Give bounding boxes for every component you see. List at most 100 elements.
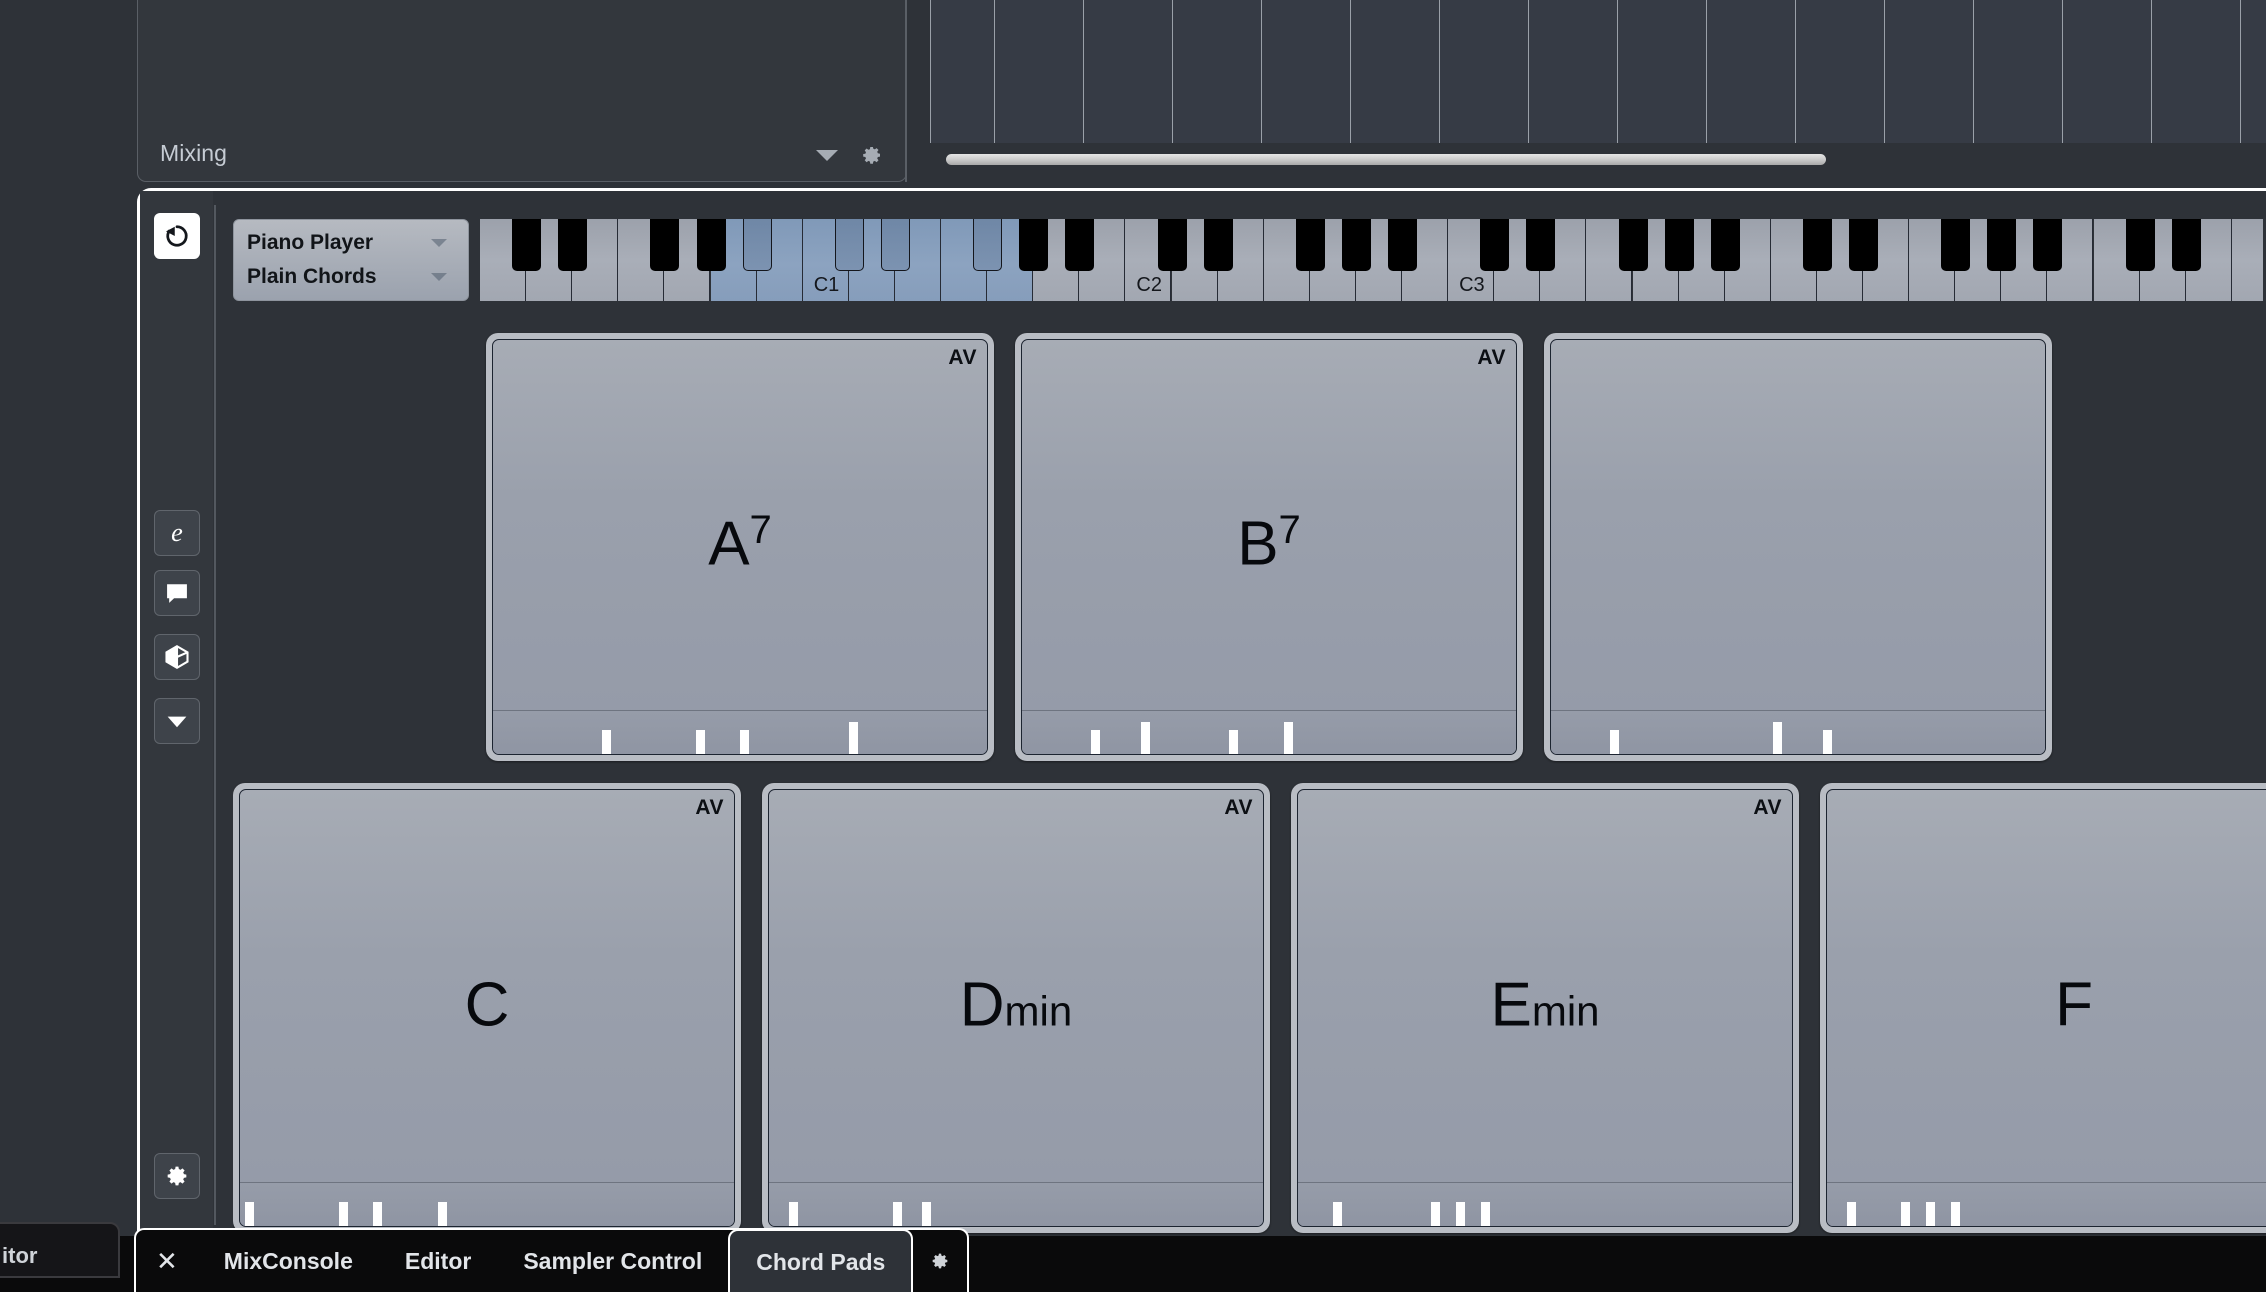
chord-pad[interactable]: AV B7 (1015, 333, 1523, 761)
tab-editor[interactable]: Editor (379, 1230, 497, 1292)
adaptive-voicing-badge[interactable]: AV (1224, 796, 1253, 820)
note-marker (245, 1202, 254, 1226)
tab-chord-pads[interactable]: Chord Pads (728, 1229, 913, 1292)
svg-text:e: e (171, 518, 183, 547)
octave-label: C3 (1459, 274, 1485, 297)
chord-pads-panel: e (137, 188, 2266, 1240)
piano-black-key[interactable] (1665, 219, 1694, 271)
note-marker (1091, 730, 1100, 754)
gear-icon[interactable] (913, 1230, 967, 1292)
piano-black-key[interactable] (2033, 219, 2062, 271)
note-marker (740, 730, 749, 754)
adaptive-voicing-badge[interactable]: AV (1477, 346, 1506, 370)
piano-black-key[interactable] (1342, 219, 1371, 271)
chord-pad-surface[interactable]: F (1826, 789, 2266, 1227)
sidebar-divider (214, 205, 216, 1225)
note-marker (1951, 1202, 1960, 1226)
chord-pad-suffix: min (1005, 988, 1073, 1035)
adaptive-voicing-badge[interactable]: AV (1753, 796, 1782, 820)
piano-black-key[interactable] (697, 219, 726, 271)
piano-black-key[interactable] (1987, 219, 2016, 271)
piano-black-key[interactable] (1158, 219, 1187, 271)
chord-pad-note-strip (1022, 710, 1516, 754)
piano-black-key[interactable] (1480, 219, 1509, 271)
note-marker (438, 1202, 447, 1226)
note-marker (1456, 1202, 1465, 1226)
chord-pad[interactable]: AV Emin (1291, 783, 1799, 1233)
note-marker (1141, 722, 1150, 754)
chord-pad-surface[interactable]: AVDmin (768, 789, 1264, 1227)
piano-black-key[interactable] (1849, 219, 1878, 271)
close-icon[interactable]: ✕ (136, 1230, 198, 1292)
bottom-tab-bar: itor ✕MixConsoleEditorSampler ControlCho… (0, 1236, 2266, 1292)
tab-editor-partial[interactable]: itor (0, 1222, 120, 1278)
piano-keyboard[interactable]: C1C2C3 (480, 219, 2263, 301)
note-marker (922, 1202, 931, 1226)
piano-black-key[interactable] (558, 219, 587, 271)
chevron-down-icon[interactable] (816, 150, 838, 161)
chord-pad-note-strip (1298, 1182, 1792, 1226)
piano-black-key[interactable] (835, 219, 864, 271)
chord-pad[interactable]: AVDmin (762, 783, 1270, 1233)
chord-pad-surface[interactable]: AV Emin (1297, 789, 1793, 1227)
timeline-grid[interactable] (930, 0, 2266, 143)
piano-black-key[interactable] (1941, 219, 1970, 271)
piano-black-key[interactable] (512, 219, 541, 271)
piano-black-key[interactable] (1204, 219, 1233, 271)
chord-pad-surface[interactable]: AV B7 (1021, 339, 1517, 755)
horizontal-scrollbar[interactable] (930, 143, 2266, 182)
piano-black-key[interactable] (1803, 219, 1832, 271)
chord-pad-label: Emin (1298, 975, 1792, 1037)
chord-pad-note-strip (240, 1182, 734, 1226)
note-marker (696, 730, 705, 754)
gear-icon[interactable] (860, 143, 884, 167)
note-marker (1847, 1202, 1856, 1226)
keyboard-gap (471, 219, 480, 301)
piano-black-key[interactable] (1065, 219, 1094, 271)
chord-pad[interactable] (1544, 333, 2052, 761)
voicing-selector[interactable]: Plain Chords (247, 260, 457, 294)
chord-pad-note-strip (1551, 710, 2045, 754)
piano-black-key[interactable] (1388, 219, 1417, 271)
editor-button[interactable]: e (154, 510, 200, 556)
octave-label: C2 (1136, 274, 1162, 297)
piano-black-key[interactable] (743, 219, 772, 271)
chord-pad-label: C (240, 975, 734, 1037)
piano-black-key[interactable] (881, 219, 910, 271)
chord-pad-label: A7 (493, 514, 987, 576)
chord-pad[interactable]: AV A7 (486, 333, 994, 761)
piano-black-key[interactable] (1526, 219, 1555, 271)
tab-mixconsole[interactable]: MixConsole (198, 1230, 379, 1292)
piano-black-key[interactable] (1619, 219, 1648, 271)
tab-sampler-control[interactable]: Sampler Control (497, 1230, 728, 1292)
piano-black-key[interactable] (1019, 219, 1048, 271)
chevron-down-icon[interactable] (431, 239, 447, 247)
triangle-down-icon[interactable] (154, 698, 200, 744)
adaptive-voicing-badge[interactable]: AV (948, 346, 977, 370)
settings-button[interactable] (154, 1153, 200, 1199)
chord-pad-surface[interactable] (1550, 339, 2046, 755)
speech-bubble-icon[interactable] (154, 570, 200, 616)
top-left-filler (0, 0, 124, 182)
scrollbar-thumb[interactable] (946, 154, 1826, 165)
chord-pad-surface[interactable]: AV A7 (492, 339, 988, 755)
chord-pad-label: B7 (1022, 514, 1516, 576)
cube-icon[interactable] (154, 634, 200, 680)
history-reset-button[interactable] (154, 213, 200, 259)
note-marker (1284, 722, 1293, 754)
piano-black-key[interactable] (1711, 219, 1740, 271)
piano-white-key[interactable] (2232, 219, 2263, 301)
piano-black-key[interactable] (1296, 219, 1325, 271)
piano-black-key[interactable] (2172, 219, 2201, 271)
piano-black-key[interactable] (973, 219, 1002, 271)
chord-pad[interactable]: AV C (233, 783, 741, 1233)
player-selector[interactable]: Piano Player (247, 226, 457, 260)
note-marker (602, 730, 611, 754)
chevron-down-icon[interactable] (431, 273, 447, 281)
adaptive-voicing-badge[interactable]: AV (695, 796, 724, 820)
piano-black-key[interactable] (650, 219, 679, 271)
piano-black-key[interactable] (2126, 219, 2155, 271)
chord-pad-surface[interactable]: AV C (239, 789, 735, 1227)
chord-pad[interactable]: F (1820, 783, 2266, 1233)
instrument-selector: Piano Player Plain Chords (233, 219, 469, 301)
